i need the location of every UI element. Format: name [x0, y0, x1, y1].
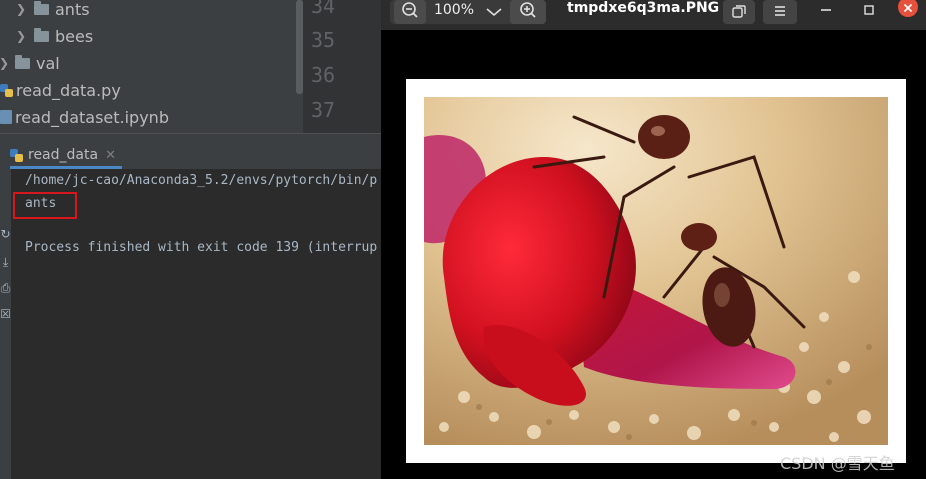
zoom-level[interactable]: 100% — [430, 2, 478, 18]
chevron-down-icon[interactable] — [482, 6, 506, 18]
line-number: 37 — [311, 98, 336, 122]
watermark: CSDN @雪天鱼 — [780, 454, 895, 473]
console-command-line: /home/jc-cao/Anaconda3_5.2/envs/pytorch/… — [25, 173, 378, 188]
tree-file-read-dataset-ipynb[interactable]: read_dataset.ipynb — [0, 104, 169, 130]
notebook-file-icon — [0, 110, 12, 124]
line-number: 35 — [311, 28, 336, 52]
folder-icon — [34, 27, 49, 42]
maximize-icon[interactable] — [862, 3, 876, 17]
close-window-button[interactable] — [898, 0, 918, 17]
chevron-right-icon[interactable]: ❯ — [14, 2, 28, 16]
run-tab-read-data[interactable]: read_data ✕ — [10, 144, 122, 169]
run-toolstrip: ↻ ⤓ ⎙ ☒ — [0, 169, 11, 479]
scroll-to-end-icon[interactable]: ⤓ — [0, 255, 11, 270]
python-file-icon — [10, 148, 23, 162]
tree-folder-ants[interactable]: ❯ ants — [14, 0, 90, 22]
chevron-right-icon[interactable]: ❯ — [0, 56, 11, 70]
folder-icon — [15, 54, 30, 69]
python-file-icon — [0, 83, 13, 97]
zoom-out-button[interactable] — [394, 0, 426, 24]
minimize-icon[interactable] — [819, 3, 833, 17]
zoom-in-button[interactable] — [510, 0, 546, 24]
chevron-right-icon[interactable]: ❯ — [14, 29, 28, 43]
line-number: 36 — [311, 63, 336, 87]
viewer-toolbar: 100% tmpdxe6q3ma.PNG — [381, 0, 926, 30]
tree-file-read-data-py[interactable]: read_data.py — [0, 77, 121, 103]
image-viewer-window: 100% tmpdxe6q3ma.PNG CSDN @雪天鱼 — [381, 0, 926, 479]
tree-item-label: bees — [55, 26, 94, 46]
window-title: tmpdxe6q3ma.PNG — [567, 0, 720, 16]
tree-scrollbar[interactable] — [296, 0, 303, 94]
image-canvas — [406, 79, 906, 463]
tree-item-label: ants — [55, 0, 90, 19]
highlight-box — [13, 192, 77, 219]
line-number: 34 — [311, 0, 336, 18]
project-tree: ❯ ants ❯ bees ❯ val read_data.py read_da… — [0, 0, 303, 133]
ant-on-flower-photo — [424, 97, 888, 445]
tree-folder-bees[interactable]: ❯ bees — [14, 23, 93, 49]
print-icon[interactable]: ⎙ — [0, 281, 11, 296]
hamburger-icon — [775, 6, 785, 16]
zoom-out-icon — [402, 2, 418, 18]
zoom-in-icon — [520, 2, 536, 18]
tree-folder-val[interactable]: ❯ val — [0, 50, 60, 76]
run-tab-label: read_data — [28, 147, 99, 163]
folder-icon — [34, 0, 49, 15]
zoom-control: 100% — [390, 0, 546, 24]
close-icon[interactable]: ✕ — [105, 148, 116, 163]
trash-icon[interactable]: ☒ — [0, 307, 11, 321]
console-exit-line: Process finished with exit code 139 (int… — [25, 240, 378, 255]
close-icon — [903, 3, 913, 13]
gallery-icon — [732, 5, 746, 18]
tree-item-label: read_data.py — [16, 80, 121, 100]
tree-item-label: read_dataset.ipynb — [15, 107, 169, 127]
console-output[interactable]: /home/jc-cao/Anaconda3_5.2/envs/pytorch/… — [11, 169, 381, 479]
editor-gutter: 34 35 36 37 — [303, 0, 381, 133]
gallery-button[interactable] — [723, 0, 755, 24]
tree-item-label: val — [36, 53, 60, 73]
rerun-icon[interactable]: ↻ — [0, 227, 11, 241]
menu-button[interactable] — [763, 0, 797, 24]
